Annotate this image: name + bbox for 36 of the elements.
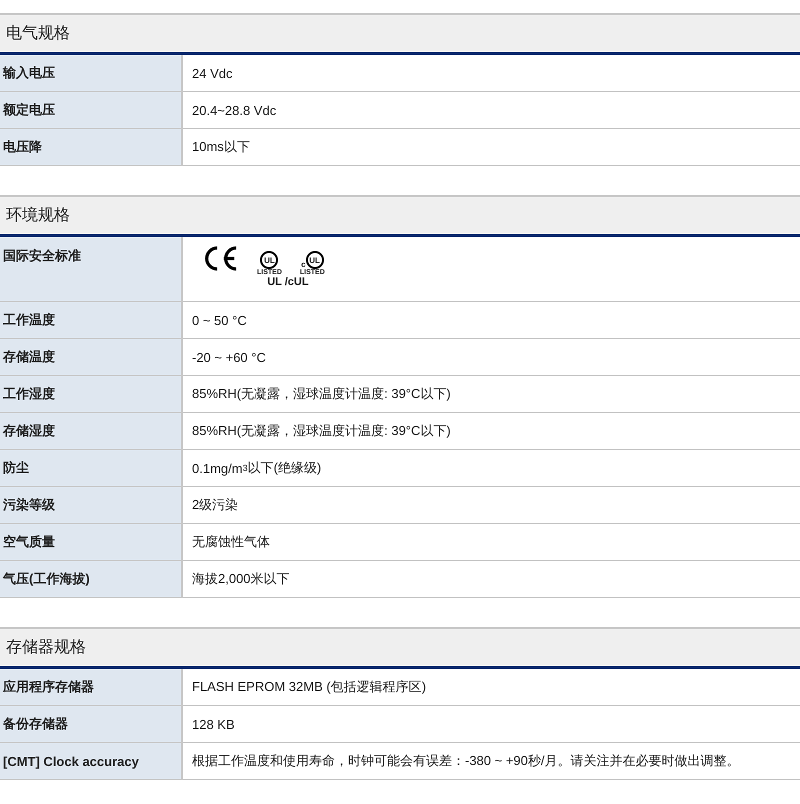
ul-logo: UL — [306, 251, 324, 269]
spec-label: 空气质量 — [0, 524, 183, 560]
spec-value: 85%RH(无凝露，湿球温度计温度: 39°C以下) — [191, 422, 452, 440]
spec-label: 工作温度 — [0, 302, 183, 338]
section-header: 存储器规格 — [0, 627, 800, 669]
spec-label: 额定电压 — [0, 92, 183, 128]
spec-value: -20 ~ +60 °C — [191, 348, 267, 366]
spec-value: 海拔2,000米以下 — [191, 570, 291, 588]
spec-label: 输入电压 — [0, 55, 183, 91]
spec-value: 0.1mg/m$^{3}$以下(绝缘级) — [191, 459, 322, 478]
section-header: 电气规格 — [0, 13, 800, 55]
spec-value: 128 KB — [191, 716, 236, 734]
spec-value: 20.4~28.8 Vdc — [191, 102, 278, 120]
spec-label: 存储温度 — [0, 339, 183, 375]
spec-label: 污染等级 — [0, 487, 183, 523]
spec-label: 防尘 — [0, 450, 183, 486]
spec-label: 国际安全标准 — [0, 237, 183, 301]
spec-label: 工作湿度 — [0, 376, 183, 412]
spec-label: 应用程序存储器 — [0, 669, 183, 705]
ul-logo: UL — [260, 251, 278, 269]
spec-value: 2级污染 — [191, 496, 240, 514]
section-header: 环境规格 — [0, 195, 800, 237]
spec-value: 85%RH(无凝露，湿球温度计温度: 39°C以下) — [191, 385, 452, 403]
logo-caption: UL /cUL — [267, 276, 309, 288]
spec-label: 存储湿度 — [0, 413, 183, 449]
spec-label: 气压(工作海拔) — [0, 561, 183, 597]
spec-value: 24 Vdc — [191, 64, 234, 82]
spec-value: 10ms以下 — [191, 138, 251, 156]
spec-value: 根据工作温度和使用寿命，时钟可能会有误差：-380 ~ +90秒/月。请关注并在必要时做出调整。 — [191, 752, 740, 770]
spec-label: 电压降 — [0, 129, 183, 165]
spec-value: FLASH EPROM 32MB (包括逻辑程序区) — [191, 678, 428, 696]
logo-prefix: c — [301, 260, 306, 269]
spec-value: 无腐蚀性气体 — [191, 533, 271, 551]
spec-label: 备份存储器 — [0, 706, 183, 742]
spec-value: 0 ~ 50 °C — [191, 312, 248, 330]
spec-label: [CMT] Clock accuracy — [0, 743, 183, 779]
